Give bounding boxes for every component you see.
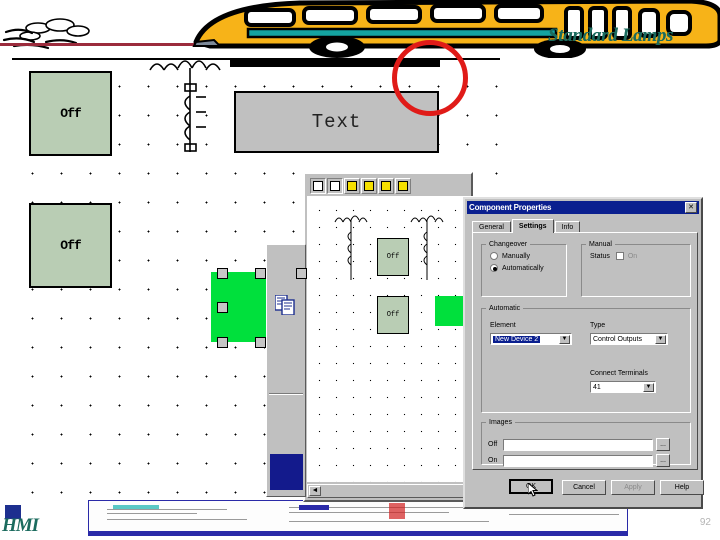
hmi-logo-text: HMI xyxy=(2,515,39,536)
send-to-back-icon[interactable] xyxy=(361,178,377,194)
images-legend: Images xyxy=(489,419,512,426)
resize-handle-nw[interactable] xyxy=(217,268,228,279)
resize-handle-s[interactable] xyxy=(255,337,266,348)
resize-handle-n[interactable] xyxy=(255,268,266,279)
terminals-dropdown-value: 41 xyxy=(593,383,601,391)
dialog-tabstrip[interactable]: General Settings Info xyxy=(472,219,698,233)
copy-documents-icon[interactable] xyxy=(275,295,297,315)
changeover-option-automatically[interactable]: Automatically xyxy=(490,264,566,272)
mini-lamp-1[interactable]: Off xyxy=(377,238,409,276)
slide-root: Standard Lamps Off Off Text Off Off ◄ Co… xyxy=(0,0,720,540)
changeover-option-manually[interactable]: Manually xyxy=(490,252,566,260)
changeover-group: Changeover Manually Automatically xyxy=(481,241,567,297)
element-dropdown-value: New Device 2 xyxy=(493,335,541,343)
radio-automatically-label: Automatically xyxy=(502,264,544,272)
type-dropdown-value: Control Outputs xyxy=(593,335,643,343)
annotation-circle xyxy=(392,40,468,116)
radio-automatically[interactable] xyxy=(490,264,498,272)
background-window-hscrollbar[interactable]: ◄ xyxy=(307,484,473,498)
tab-settings[interactable]: Settings xyxy=(511,219,554,233)
terminals-label: Connect Terminals xyxy=(590,370,648,377)
resize-handle-sw[interactable] xyxy=(217,337,228,348)
resize-handle-w[interactable] xyxy=(217,302,228,313)
lamp-component-2[interactable]: Off xyxy=(29,203,112,288)
checkbox-on[interactable] xyxy=(615,252,624,260)
lamp-component-1[interactable]: Off xyxy=(29,71,112,156)
hmi-logo: HMI xyxy=(2,505,54,537)
align-left-icon[interactable] xyxy=(310,178,326,194)
lamp-1-label: Off xyxy=(60,106,81,121)
chevron-down-icon-terminals[interactable]: ▼ xyxy=(643,383,654,392)
radio-manually[interactable] xyxy=(490,252,498,260)
manual-status-row[interactable]: Status On xyxy=(590,252,690,260)
mini-lamp-2[interactable]: Off xyxy=(377,296,409,334)
background-window-toolbar[interactable] xyxy=(307,176,471,196)
element-label: Element xyxy=(490,322,516,329)
resize-handle-ne[interactable] xyxy=(296,268,307,279)
page-number: 92 xyxy=(699,517,711,528)
text-component-label: Text xyxy=(311,111,362,133)
type-label: Type xyxy=(590,322,606,329)
component-properties-dialog[interactable]: Component Properties ✕ General Settings … xyxy=(463,197,704,509)
image-on-input[interactable] xyxy=(503,454,653,467)
element-dropdown[interactable]: New Device 2 ▼ xyxy=(490,333,572,345)
mini-lamp-1-label: Off xyxy=(386,253,400,261)
mini-lamp-2-label: Off xyxy=(386,311,400,319)
palette-color-swatch[interactable] xyxy=(270,454,303,490)
chevron-down-icon-type[interactable]: ▼ xyxy=(655,335,666,344)
radio-manually-label: Manually xyxy=(502,252,531,260)
send-backward-icon[interactable] xyxy=(395,178,411,194)
lamp-2-label: Off xyxy=(60,238,81,253)
manual-legend: Manual xyxy=(589,241,612,248)
background-editor-window[interactable]: Off Off ◄ xyxy=(303,172,473,502)
settings-tab-page: Changeover Manually Automatically Manual… xyxy=(472,232,698,470)
cancel-button[interactable]: Cancel xyxy=(562,480,606,495)
bring-to-front-icon[interactable] xyxy=(344,178,360,194)
align-right-icon[interactable] xyxy=(327,178,343,194)
mouse-cursor-icon xyxy=(528,483,538,497)
page-title: Standard Lamps xyxy=(548,25,674,46)
background-window-client: Off Off xyxy=(307,196,473,482)
image-on-row[interactable]: On ... xyxy=(488,454,670,467)
palette-separator xyxy=(269,393,303,395)
manual-group: Manual Status On xyxy=(581,241,691,297)
bring-forward-icon[interactable] xyxy=(378,178,394,194)
scroll-left-icon[interactable]: ◄ xyxy=(309,486,321,496)
automatic-legend: Automatic xyxy=(489,305,521,312)
type-dropdown[interactable]: Control Outputs ▼ xyxy=(590,333,668,345)
terminals-dropdown[interactable]: 41 ▼ xyxy=(590,381,656,393)
image-off-row[interactable]: Off ... xyxy=(488,438,670,451)
apply-button: Apply xyxy=(611,480,655,495)
dialog-titlebar[interactable]: Component Properties ✕ xyxy=(467,201,699,214)
images-group: Images Off ... On ... xyxy=(481,419,691,467)
close-icon[interactable]: ✕ xyxy=(685,202,697,213)
dialog-title: Component Properties xyxy=(469,203,552,212)
chevron-down-icon-element[interactable]: ▼ xyxy=(559,335,570,344)
automatic-group: Automatic Element New Device 2 ▼ Type Co… xyxy=(481,305,691,413)
help-button[interactable]: Help xyxy=(660,480,704,495)
image-off-input[interactable] xyxy=(503,438,653,451)
coil-symbol xyxy=(149,60,221,152)
image-on-label: On xyxy=(488,457,498,464)
checkbox-on-label: On xyxy=(627,252,638,260)
changeover-legend: Changeover xyxy=(489,241,528,248)
manual-status-label: Status xyxy=(590,252,610,260)
image-off-label: Off xyxy=(488,441,498,448)
tool-palette-panel[interactable] xyxy=(266,244,306,497)
image-off-browse-button[interactable]: ... xyxy=(656,438,670,451)
image-on-browse-button[interactable]: ... xyxy=(656,454,670,467)
